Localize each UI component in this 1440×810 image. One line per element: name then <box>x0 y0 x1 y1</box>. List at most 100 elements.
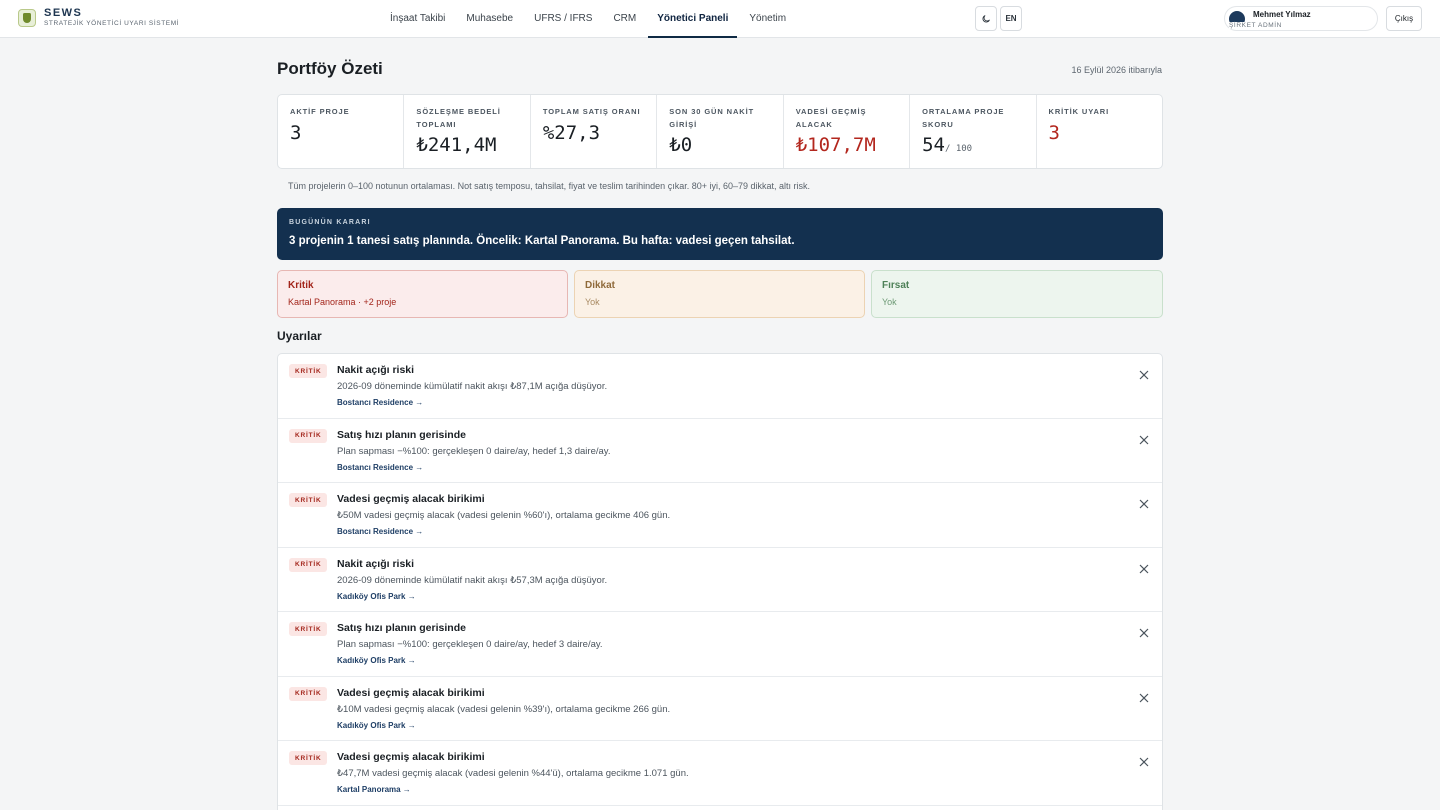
language-button[interactable]: EN <box>1000 6 1022 31</box>
kpi-card: AKTİF PROJE 3 <box>278 95 405 168</box>
kpi-card: SON 30 GÜN NAKİT GİRİŞİ ₺0 <box>657 95 784 168</box>
alert-item: KRİTİK Vadesi geçmiş alacak birikimi ₺10… <box>278 677 1162 741</box>
status-title: Dikkat <box>585 280 616 291</box>
alerts-title: Uyarılar <box>277 329 322 343</box>
project-link[interactable]: Kadıköy Ofis Park → <box>337 721 416 730</box>
alert-item: KRİTİK Nakit açığı riski 2026-09 dönemin… <box>278 354 1162 419</box>
project-link[interactable]: Kadıköy Ofis Park → <box>337 592 416 601</box>
brand-shield-icon <box>18 8 36 27</box>
close-icon[interactable] <box>1138 434 1150 446</box>
alert-title: Nakit açığı riski <box>337 557 415 570</box>
kpi-suffix: / 100 <box>945 144 973 154</box>
alert-item: KRİTİK Satış hızı planın gerisinde Plan … <box>278 612 1162 677</box>
nav-muhasebe[interactable]: Muhasebe <box>457 0 522 38</box>
nav-yonetim[interactable]: Yönetim <box>740 0 795 38</box>
user-role: ŞİRKET ADMİN <box>1229 22 1282 29</box>
alerts-list: KRİTİK Nakit açığı riski 2026-09 dönemin… <box>277 353 1163 810</box>
close-icon[interactable] <box>1138 498 1150 510</box>
kpi-value: ₺0 <box>669 134 693 156</box>
close-icon[interactable] <box>1138 627 1150 639</box>
kpi-card: KRİTİK UYARI 3 <box>1037 95 1162 168</box>
status-body: Yok <box>585 297 600 307</box>
project-link[interactable]: Bostancı Residence → <box>337 463 423 472</box>
kpi-card: ORTALAMA PROJE SKORU 54/ 100 <box>910 95 1037 168</box>
user-menu[interactable]: Mehmet Yılmaz ŞİRKET ADMİN <box>1224 6 1378 31</box>
project-link[interactable]: Kartal Panorama → <box>337 785 411 794</box>
alert-title: Vadesi geçmiş alacak birikimi <box>337 751 485 763</box>
kpi-value: ₺241,4M <box>416 134 497 156</box>
brand[interactable]: SEWS STRATEJİK YÖNETİCİ UYARI SİSTEMİ <box>18 8 179 28</box>
user-name: Mehmet Yılmaz <box>1253 10 1311 19</box>
page-title: Portföy Özeti <box>277 59 383 78</box>
kpi-value: 3 <box>290 121 302 144</box>
severity-badge: KRİTİK <box>289 622 328 636</box>
decision-banner: BUGÜNÜN KARARI 3 projenin 1 tanesi satış… <box>277 208 1163 260</box>
status-title: Kritik <box>288 280 314 291</box>
status-title: Fırsat <box>882 280 910 291</box>
alert-item: KRİTİK Satış hızı planın gerisinde Plan … <box>278 419 1162 483</box>
nav-crm[interactable]: CRM <box>604 0 645 38</box>
decision-text: 3 projenin 1 tanesi satış planında. Önce… <box>289 235 795 247</box>
kpi-card: TOPLAM SATIŞ ORANI %27,3 <box>531 95 658 168</box>
close-icon[interactable] <box>1138 563 1150 575</box>
main-nav: İnşaat Takibi Muhasebe UFRS / IFRS CRM Y… <box>381 0 798 38</box>
kpi-card: VADESİ GEÇMİŞ ALACAK ₺107,7M <box>784 95 911 168</box>
kpi-value: %27,3 <box>542 121 601 144</box>
moon-icon <box>982 14 990 22</box>
alert-description: Plan sapması −%100: gerçekleşen 0 daire/… <box>337 639 603 650</box>
kpi-value: 3 <box>1048 121 1060 144</box>
close-icon[interactable] <box>1138 369 1150 381</box>
severity-badge: KRİTİK <box>289 493 328 507</box>
project-link[interactable]: Kadıköy Ofis Park → <box>337 656 416 665</box>
kpi-label: TOPLAM SATIŞ ORANI <box>542 107 641 116</box>
top-bar: SEWS STRATEJİK YÖNETİCİ UYARI SİSTEMİ İn… <box>0 0 1440 38</box>
alert-item: KRİTİK Vadesi geçmiş alacak birikimi ₺47… <box>278 741 1162 806</box>
alert-description: 2026-09 döneminde kümülatif nakit akışı … <box>337 574 608 586</box>
project-link[interactable]: Bostancı Residence → <box>337 398 423 407</box>
alert-title: Satış hızı planın gerisinde <box>337 428 466 441</box>
close-icon[interactable] <box>1138 756 1150 768</box>
kpi-value: ₺107,7M <box>795 134 876 156</box>
alert-title: Satış hızı planın gerisinde <box>337 622 466 634</box>
severity-badge: KRİTİK <box>289 686 328 701</box>
alert-title: Nakit açığı riski <box>337 364 415 376</box>
project-link[interactable]: Bostancı Residence → <box>337 527 423 536</box>
kpi-label: SON 30 GÜN NAKİT GİRİŞİ <box>669 107 755 129</box>
alert-description: ₺50M vadesi geçmiş alacak (vadesi geleni… <box>337 510 671 521</box>
kpi-label: SÖZLEŞME BEDELİ TOPLAMI <box>416 107 501 129</box>
status-card-warning[interactable]: Dikkat Yok <box>574 270 865 318</box>
severity-badge: KRİTİK <box>289 557 328 572</box>
logout-button[interactable]: Çıkış <box>1386 6 1422 31</box>
kpi-label: VADESİ GEÇMİŞ ALACAK <box>795 107 867 129</box>
severity-badge: KRİTİK <box>289 751 328 765</box>
severity-badge: KRİTİK <box>289 364 328 378</box>
status-card-opportunity[interactable]: Fırsat Yok <box>871 270 1163 318</box>
nav-yonetici-paneli[interactable]: Yönetici Paneli <box>648 0 738 38</box>
nav-ufrs-ifrs[interactable]: UFRS / IFRS <box>525 0 601 38</box>
close-icon[interactable] <box>1138 692 1150 704</box>
alert-description: ₺10M vadesi geçmiş alacak (vadesi geleni… <box>337 703 671 715</box>
alert-item: KRİTİK Vadesi geçmiş alacak birikimi ₺50… <box>278 483 1162 548</box>
score-note: Tüm projelerin 0–100 notunun ortalaması.… <box>288 181 811 191</box>
alert-item: KRİTİK Nakit açığı riski 2026-09 dönemin… <box>278 548 1162 612</box>
severity-badge: KRİTİK <box>289 428 328 443</box>
nav-insaat-takibi[interactable]: İnşaat Takibi <box>381 0 454 38</box>
decision-kicker: BUGÜNÜN KARARI <box>289 219 371 226</box>
kpi-value: 54 <box>922 134 945 156</box>
kpi-card: SÖZLEŞME BEDELİ TOPLAMI ₺241,4M <box>404 95 531 168</box>
brand-subtitle: STRATEJİK YÖNETİCİ UYARI SİSTEMİ <box>44 20 180 27</box>
alert-title: Vadesi geçmiş alacak birikimi <box>337 686 485 699</box>
alert-description: Plan sapması −%100: gerçekleşen 0 daire/… <box>337 445 611 457</box>
brand-name: SEWS <box>44 7 83 19</box>
kpi-label: AKTİF PROJE <box>290 107 350 116</box>
alert-title: Vadesi geçmiş alacak birikimi <box>337 493 485 505</box>
kpi-strip: AKTİF PROJE 3 SÖZLEŞME BEDELİ TOPLAMI ₺2… <box>277 94 1163 169</box>
alert-description: ₺47,7M vadesi geçmiş alacak (vadesi gele… <box>337 768 689 779</box>
status-body: Yok <box>882 297 897 307</box>
theme-toggle-button[interactable] <box>975 6 997 31</box>
kpi-label: ORTALAMA PROJE SKORU <box>922 107 1005 129</box>
kpi-label: KRİTİK UYARI <box>1048 107 1110 116</box>
status-body: Kartal Panorama · +2 proje <box>288 297 397 307</box>
status-card-critical[interactable]: Kritik Kartal Panorama · +2 proje <box>277 270 568 318</box>
alert-description: 2026-09 döneminde kümülatif nakit akışı … <box>337 381 608 392</box>
